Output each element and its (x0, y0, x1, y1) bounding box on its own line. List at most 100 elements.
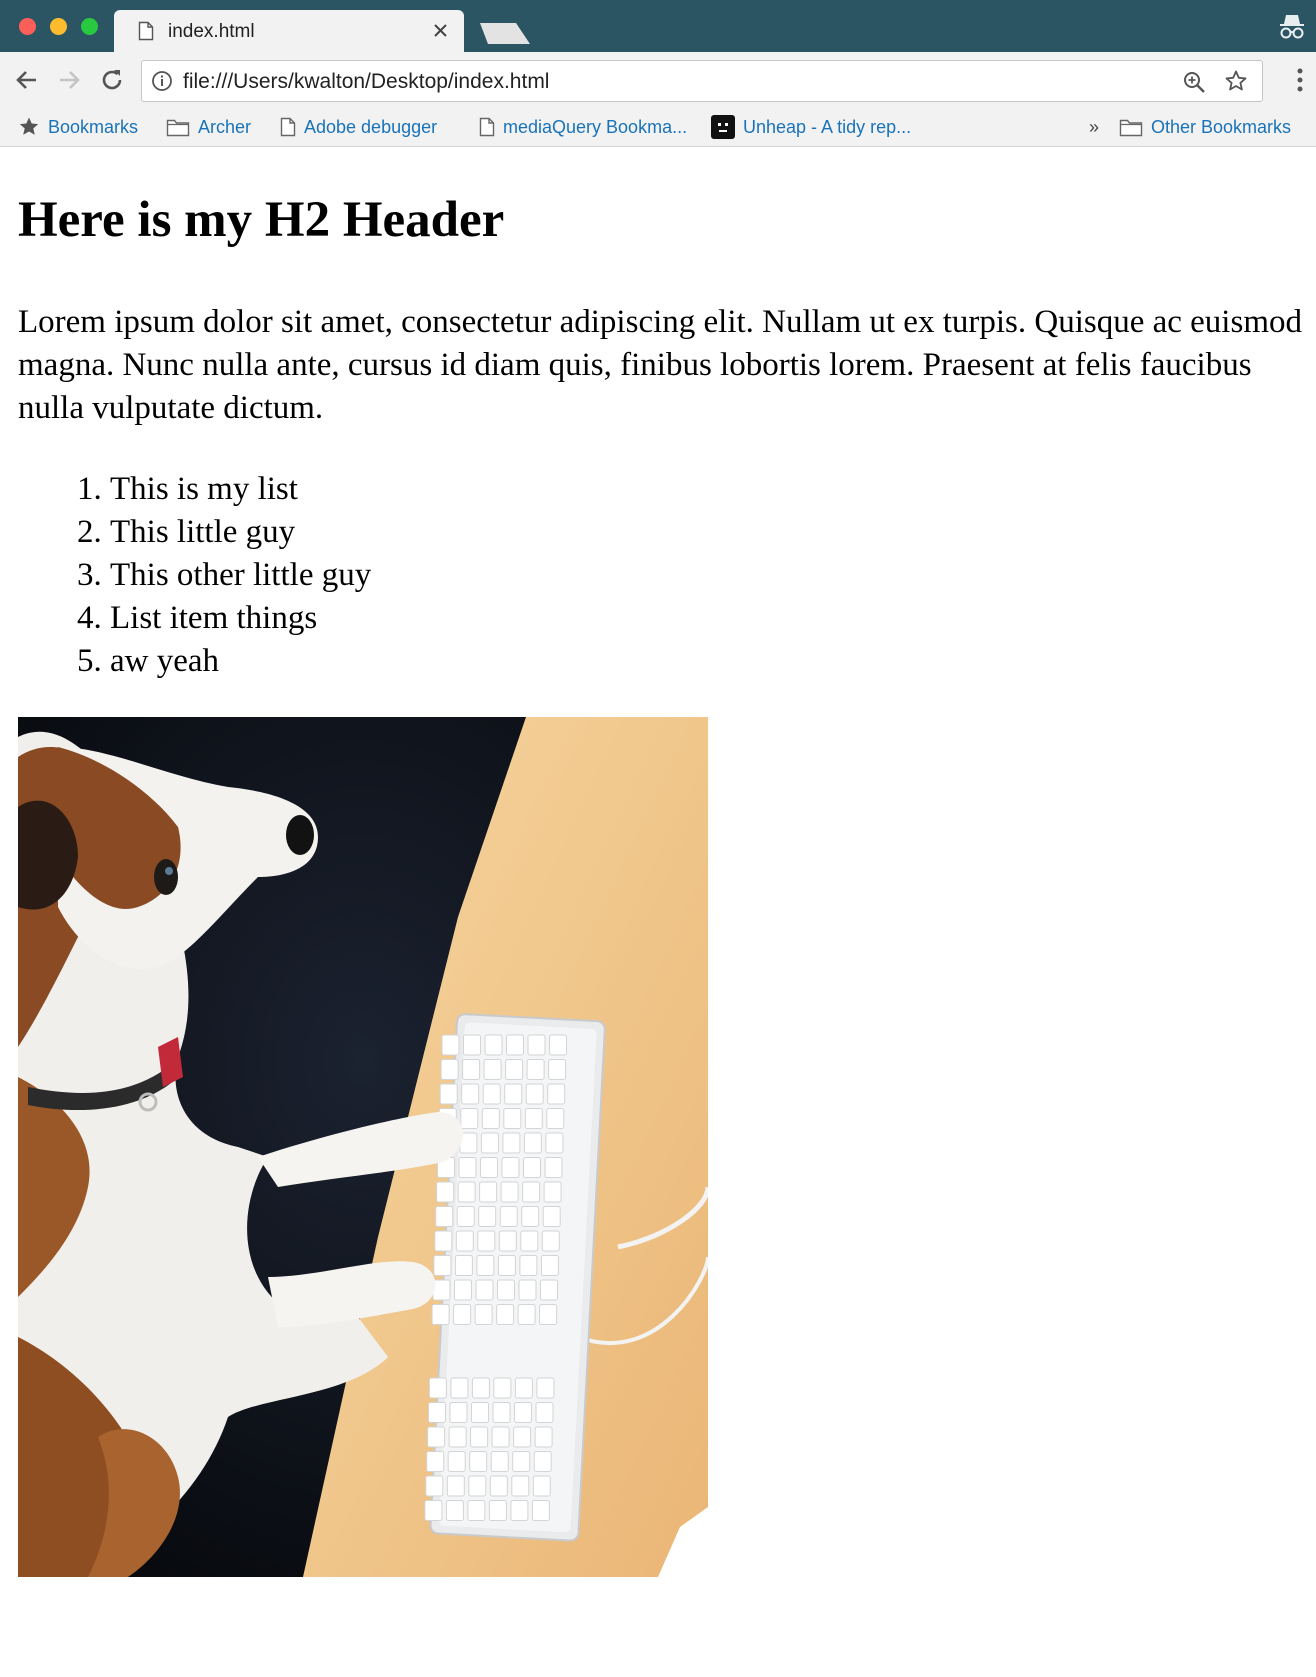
incognito-icon (1280, 15, 1304, 39)
keyboard-key (424, 1500, 443, 1521)
keyboard-key (543, 1181, 562, 1203)
reload-icon[interactable] (99, 67, 125, 93)
keyboard-key (521, 1206, 540, 1227)
forward-arrow-icon[interactable] (56, 67, 82, 93)
keyboard-key (545, 1132, 564, 1154)
keyboard-key (458, 1157, 477, 1178)
keyboard-key (449, 1402, 468, 1423)
bookmark-label: Adobe debugger (304, 116, 438, 137)
keyboard-key (512, 1451, 531, 1472)
list-item: This little guy (110, 511, 718, 554)
keyboard-key (513, 1426, 532, 1448)
keyboard-key (462, 1059, 481, 1080)
folder-icon (1119, 119, 1143, 137)
keyboard-key (500, 1181, 519, 1203)
keyboard-key (540, 1279, 558, 1301)
new-tab-button[interactable] (476, 22, 532, 44)
kebab-menu-icon[interactable] (1296, 67, 1304, 93)
keyboard-key (514, 1377, 533, 1399)
keyboard-key (524, 1108, 543, 1129)
keyboard-key (535, 1402, 554, 1423)
keyboard-key (469, 1451, 488, 1472)
close-icon[interactable] (433, 23, 448, 38)
keyboard-key (542, 1206, 561, 1227)
keyboard-key (493, 1377, 512, 1399)
keyboard-key (484, 1034, 503, 1056)
keyboard-key (441, 1034, 460, 1056)
bookmark-label: Bookmarks (48, 116, 139, 137)
keyboard-key (533, 1451, 552, 1472)
keyboard-key (531, 1500, 550, 1521)
star-icon (19, 117, 39, 135)
keyboard-key (539, 1304, 558, 1325)
keyboard-key (544, 1157, 563, 1178)
keyboard-key (439, 1083, 458, 1105)
keyboard-key (546, 1108, 565, 1129)
keyboard-key (518, 1279, 537, 1301)
keyboard-key (478, 1206, 497, 1227)
bookmark-bookmarks[interactable]: Bookmarks (18, 113, 138, 141)
keyboard-key (511, 1475, 530, 1497)
dog-keyboard-photo (18, 717, 708, 1577)
list-item: List item things (110, 597, 718, 640)
bookmark-mediaquery[interactable]: mediaQuery Bookma... (479, 113, 687, 141)
keyboard-key (446, 1475, 465, 1497)
keyboard-key (433, 1255, 452, 1276)
folder-icon (166, 119, 190, 137)
keyboard-key (514, 1402, 532, 1423)
keyboard-key (470, 1426, 489, 1448)
keyboard-key (525, 1083, 544, 1105)
dog-keyboard-illustration (18, 717, 708, 1577)
keyboard-key (510, 1500, 529, 1521)
bookmark-label: Archer (198, 116, 252, 137)
keyboard-key (427, 1426, 446, 1448)
keyboard-key (497, 1279, 515, 1301)
maximize-window-button[interactable] (81, 18, 98, 35)
address-bar[interactable]: file:///Users/kwalton/Desktop/index.html (141, 60, 1263, 102)
keyboard-key (474, 1304, 493, 1325)
keyboard-key (490, 1451, 509, 1472)
keyboard-key (534, 1426, 553, 1448)
keyboard-key (532, 1475, 551, 1497)
keyboard-key (499, 1206, 518, 1227)
close-window-button[interactable] (19, 18, 36, 35)
lorem-paragraph: Lorem ipsum dolor sit amet, consectetur … (18, 304, 1302, 426)
keyboard-key (517, 1304, 536, 1325)
keyboard-key (503, 1108, 522, 1129)
bookmark-other-bookmarks[interactable]: Other Bookmarks (1119, 113, 1291, 141)
keyboard-key (481, 1108, 500, 1129)
keyboard-key (549, 1034, 567, 1056)
list-item: This is my list (110, 468, 718, 511)
keyboard-key (480, 1157, 498, 1178)
url-text[interactable]: file:///Users/kwalton/Desktop/index.html (183, 70, 549, 94)
tab-index-html[interactable]: index.html (114, 10, 464, 52)
keyboard-key (436, 1181, 455, 1203)
bookmarks-overflow-chevron[interactable]: » (1089, 117, 1099, 138)
bookmark-archer[interactable]: Archer (166, 113, 251, 141)
keyboard-key (482, 1083, 501, 1105)
bookmark-adobe-debugger[interactable]: Adobe debugger (280, 113, 437, 141)
keyboard-key (498, 1230, 517, 1252)
keyboard-key (453, 1304, 472, 1325)
keyboard-key (467, 1500, 486, 1521)
keyboard-key (440, 1059, 459, 1080)
keyboard-key (505, 1059, 524, 1080)
keyboard-key (526, 1059, 545, 1080)
keyboard-key (445, 1500, 464, 1521)
keyboard-key (548, 1059, 567, 1080)
bookmark-unheap[interactable]: Unheap - A tidy rep... (711, 113, 911, 141)
keyboard-key (435, 1206, 454, 1227)
keyboard-key (540, 1255, 559, 1276)
keyboard-key (477, 1230, 496, 1252)
bookmark-star-icon[interactable] (1224, 69, 1248, 93)
keyboard-key (483, 1059, 502, 1080)
keyboard-key (428, 1377, 447, 1399)
keyboard-key (447, 1451, 466, 1472)
keyboard-key (457, 1181, 476, 1203)
page-content: Here is my H2 Header Lorem ipsum dolor s… (0, 148, 1316, 1677)
minimize-window-button[interactable] (50, 18, 67, 35)
info-icon[interactable] (151, 70, 173, 92)
back-arrow-icon[interactable] (14, 67, 40, 93)
keyboard-key (471, 1402, 489, 1423)
zoom-icon[interactable] (1182, 70, 1206, 94)
